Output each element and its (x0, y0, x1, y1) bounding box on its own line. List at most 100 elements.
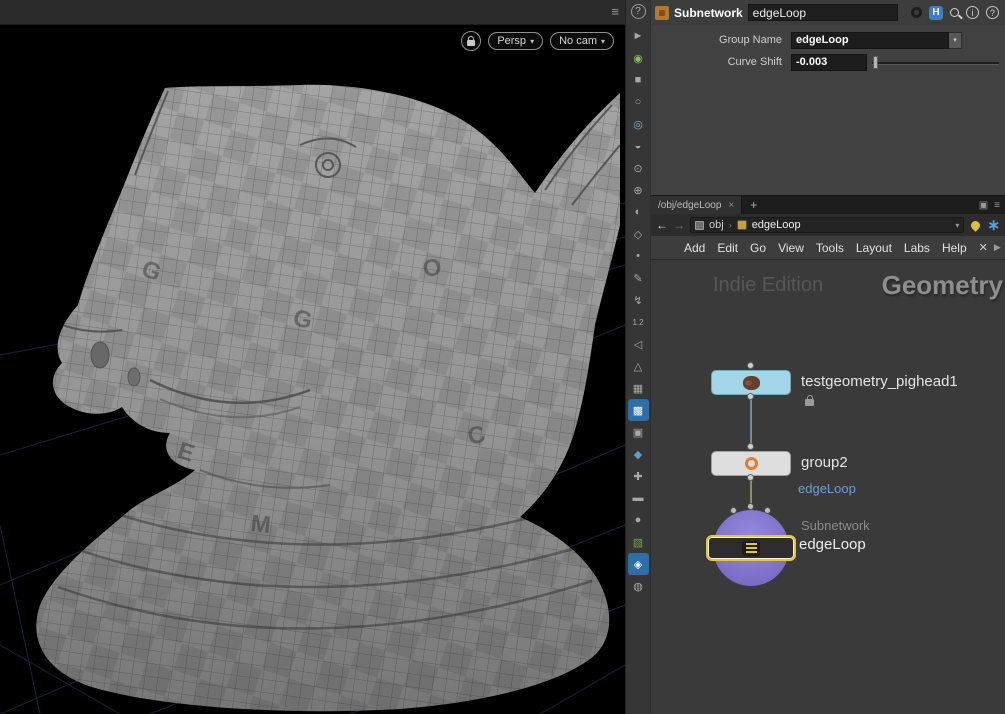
curve-shift-slider[interactable] (872, 54, 999, 71)
curve-shift-input[interactable] (791, 53, 867, 71)
projection-selector[interactable]: Persp ▾ (488, 32, 544, 50)
node-input-connector[interactable] (747, 362, 754, 369)
viewport-tool-icon[interactable]: ◒ (628, 135, 649, 157)
node-edgeloop-subnetwork[interactable] (706, 535, 796, 561)
viewport-tool-icon[interactable]: • (628, 245, 649, 267)
node-name-input[interactable] (747, 4, 898, 21)
forward-button[interactable]: → (673, 218, 685, 232)
viewport-3d[interactable]: G O E M C G Persp ▾ No cam ▾ (0, 25, 625, 714)
parameter-header: Subnetwork H i ? (651, 0, 1005, 25)
viewport-tool-icon[interactable]: ► (628, 25, 649, 47)
camera-selector[interactable]: No cam ▾ (550, 32, 614, 50)
viewport-tool-icon[interactable]: ● (628, 509, 649, 531)
camera-label: No cam (559, 35, 597, 47)
viewport-tool-icon[interactable]: 1.2 (628, 311, 649, 333)
menu-layout[interactable]: Layout (856, 241, 892, 255)
camera-lock-button[interactable] (461, 31, 482, 51)
viewport-tool-icon[interactable]: ○ (628, 91, 649, 113)
node-badge-dot[interactable] (730, 507, 737, 514)
viewport-tool-icon[interactable]: ■ (628, 69, 649, 91)
viewport-tool-icon[interactable]: ▦ (628, 377, 649, 399)
chevron-down-icon: ▾ (600, 36, 605, 46)
expand-icon[interactable]: ▶ (994, 242, 1001, 253)
menu-help[interactable]: Help (942, 241, 967, 255)
obj-context-icon (695, 220, 704, 230)
parameter-row-curve-shift: Curve Shift (651, 53, 1005, 71)
tabbar-right-icons: ▣ ≡ (979, 200, 1005, 211)
output-group-label[interactable]: edgeLoop (798, 481, 856, 496)
viewport-tool-icon[interactable]: ◍ (628, 575, 649, 597)
node-testgeometry-pighead1[interactable] (711, 370, 791, 395)
node-type-label: Subnetwork (801, 518, 870, 533)
new-tab-button[interactable]: + (742, 198, 765, 212)
network-canvas[interactable]: Indie Edition Geometry testgeometry_pigh… (651, 260, 1005, 714)
subnetwork-op-icon (655, 5, 669, 20)
viewport-tool-icon[interactable]: ↯ (628, 289, 649, 311)
viewport-tool-icons: ► ◉ ■ ○ ◎ ◒ ⊙ ⊕ ◐ ◇ • ✎ ↯ 1.2 ◁ △ ▦ ▩ ▣ … (627, 25, 649, 597)
close-tab-icon[interactable]: × (728, 200, 734, 211)
help-icon[interactable]: ? (986, 6, 999, 19)
viewport-tool-icon[interactable]: ▬ (628, 487, 649, 509)
menu-edit[interactable]: Edit (717, 241, 738, 255)
menu-add[interactable]: Add (684, 241, 705, 255)
uv-texture-letter: O (421, 254, 443, 283)
viewport-tool-icon[interactable]: ✎ (628, 267, 649, 289)
viewport-tool-icon[interactable]: ⊕ (628, 179, 649, 201)
node-input-connector[interactable] (747, 443, 754, 450)
breadcrumb-edgeloop[interactable]: edgeLoop (752, 219, 801, 231)
node-output-connector[interactable] (747, 393, 754, 400)
node-group2[interactable] (711, 451, 791, 476)
viewport-tool-icon[interactable]: ◇ (628, 223, 649, 245)
node-label[interactable]: edgeLoop (799, 536, 866, 553)
display-options-icon[interactable]: ≡ (611, 4, 619, 19)
viewport-topbar: ≡ (0, 0, 625, 25)
menu-tools[interactable]: Tools (816, 241, 844, 255)
path-dropdown-icon[interactable]: ▾ (955, 221, 959, 230)
help-icon[interactable]: ? (630, 4, 646, 19)
viewport-scene: G O E M C G (0, 25, 625, 714)
node-output-connector[interactable] (747, 474, 754, 481)
viewport-tool-icon[interactable]: △ (628, 355, 649, 377)
menu-labs[interactable]: Labs (904, 241, 930, 255)
tools-icon[interactable]: ✕ (979, 241, 988, 254)
viewport-tool-icon[interactable]: ✚ (628, 465, 649, 487)
viewport-tool-icon[interactable]: ◈ (627, 553, 649, 575)
pin-icon[interactable] (969, 218, 983, 232)
slider-handle[interactable] (873, 55, 878, 69)
network-tab[interactable]: /obj/edgeLoop × (651, 196, 743, 214)
parameter-label: Group Name (719, 34, 782, 46)
viewport-tool-icon[interactable]: ⊙ (628, 157, 649, 179)
breadcrumb-obj[interactable]: obj (709, 219, 724, 231)
parameter-label: Curve Shift (727, 56, 782, 68)
parameter-pane: Subnetwork H i ? Group Name ▾ Curve Shif… (651, 0, 1005, 195)
link-sync-icon[interactable]: ∗ (987, 216, 1000, 234)
viewport-tool-icon[interactable]: ◆ (628, 443, 649, 465)
node-badge-dot[interactable] (764, 507, 771, 514)
viewport-tool-icon[interactable]: ◁ (628, 333, 649, 355)
viewport-tool-icon[interactable]: ▩ (627, 399, 649, 421)
node-label[interactable]: testgeometry_pighead1 (801, 373, 958, 390)
pane-layout-icon[interactable]: ▣ (979, 200, 988, 211)
info-icon[interactable]: i (966, 6, 979, 19)
parameter-header-icons: H i ? (911, 5, 1001, 20)
viewport-tool-icon[interactable]: ▧ (628, 531, 649, 553)
node-label[interactable]: group2 (801, 454, 848, 471)
node-badge-dot[interactable] (747, 503, 754, 510)
viewport-tool-icon[interactable]: ◉ (628, 47, 649, 69)
back-button[interactable]: ← (656, 218, 668, 232)
viewport-tool-icon[interactable]: ◎ (628, 113, 649, 135)
search-icon[interactable] (950, 8, 959, 17)
menu-go[interactable]: Go (750, 241, 766, 255)
group-name-input[interactable] (791, 31, 949, 49)
group-icon (744, 457, 758, 470)
network-tab-label: /obj/edgeLoop (658, 199, 722, 211)
houdini-badge-icon[interactable]: H (929, 5, 943, 20)
viewport-tool-icon[interactable]: ◐ (628, 201, 649, 223)
pane-menu-icon[interactable]: ≡ (994, 200, 1000, 211)
viewport-tool-icon[interactable]: ▣ (628, 421, 649, 443)
gear-icon[interactable] (911, 7, 922, 18)
network-tabbar: /obj/edgeLoop × + ▣ ≡ (651, 196, 1005, 214)
group-dropdown-button[interactable]: ▾ (949, 31, 962, 49)
menu-view[interactable]: View (778, 241, 804, 255)
menubar-right-icons: ✕ ▶ (979, 241, 1001, 254)
